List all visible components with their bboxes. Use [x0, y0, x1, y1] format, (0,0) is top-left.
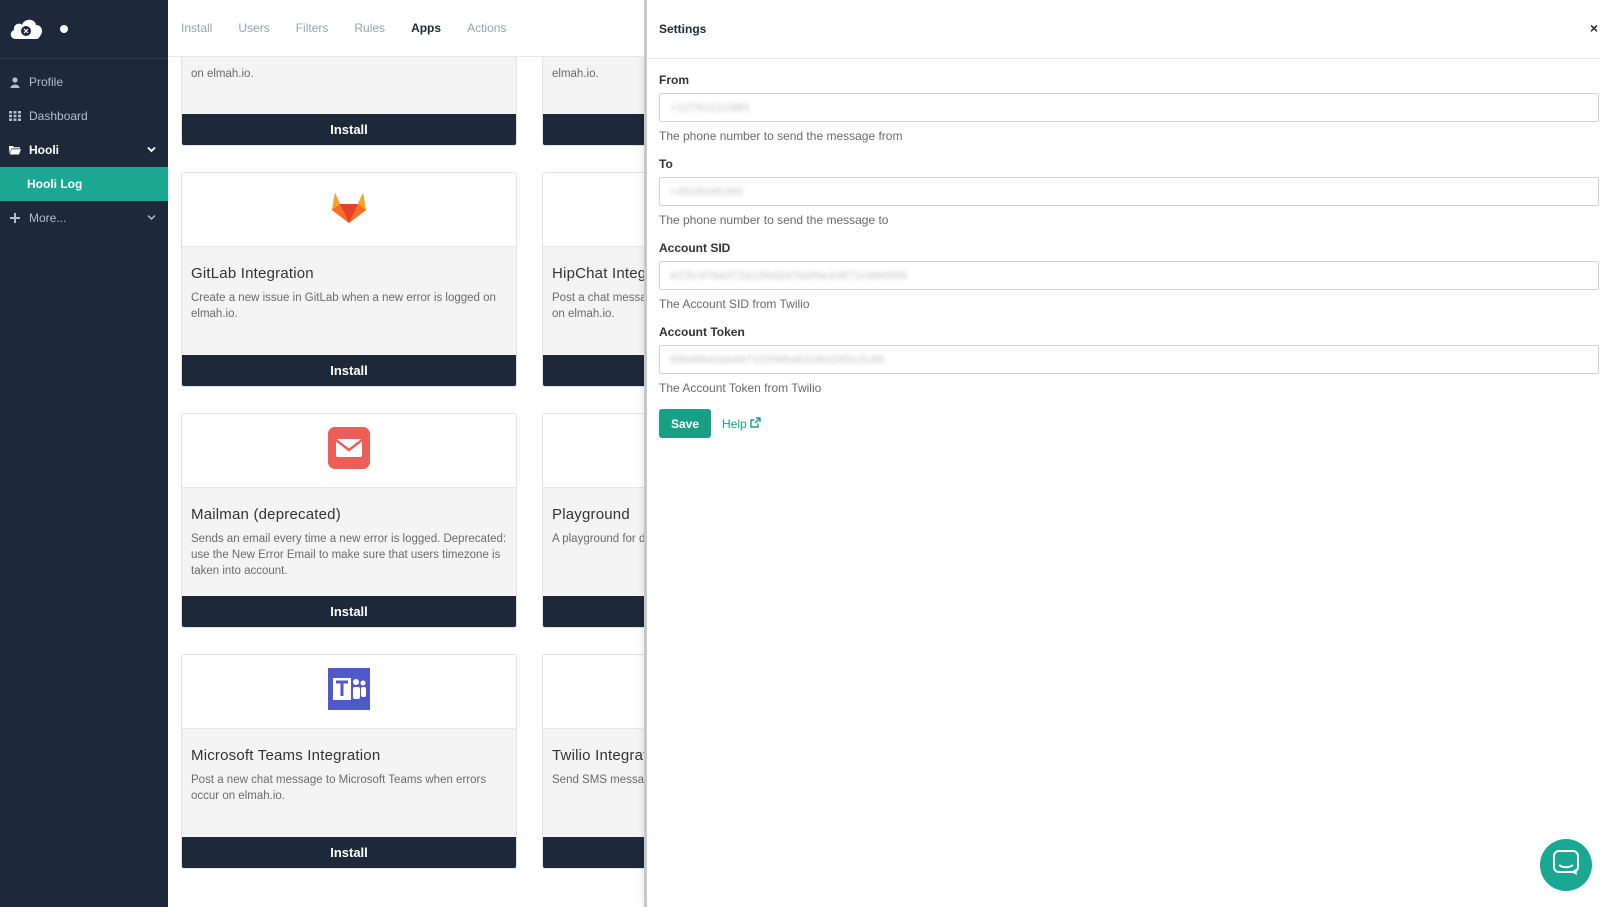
sidebar-item-hooli-log[interactable]: Hooli Log [0, 167, 168, 201]
install-button[interactable] [543, 114, 644, 145]
install-button[interactable]: Install [182, 114, 516, 145]
tab-install[interactable]: Install [181, 21, 212, 35]
chevron-down-icon [147, 213, 156, 224]
card-title: Microsoft Teams Integration [191, 747, 381, 764]
save-button[interactable]: Save [659, 409, 712, 438]
settings-header: Settings × [647, 0, 1600, 59]
tab-bar: Install Users Filters Rules Apps Actions [168, 0, 644, 57]
status-indicator [60, 25, 68, 33]
settings-panel: Settings × From +12762121885 The phone n… [644, 0, 1600, 907]
sidebar-item-dashboard[interactable]: Dashboard [0, 99, 168, 133]
external-link-icon [747, 416, 761, 431]
card-title: Twilio Integration [552, 747, 644, 764]
sidebar-item-label: Hooli Log [27, 177, 83, 191]
app-card-hipchat: HipChat Integration Post a chat message … [542, 172, 644, 387]
account-sid-label: Account SID [659, 241, 731, 255]
card-image [182, 173, 516, 247]
card-description: elmah.io. [552, 68, 599, 80]
help-link[interactable]: Help [722, 417, 761, 431]
install-button[interactable] [543, 837, 644, 868]
app-card-partial: on elmah.io. Install [181, 51, 517, 146]
card-title: HipChat Integration [552, 265, 644, 282]
app-card-mailman: Mailman (deprecated) Sends an email ever… [181, 413, 517, 628]
settings-title: Settings [659, 22, 707, 36]
card-image [182, 414, 516, 488]
sidebar-item-label: Hooli [29, 143, 59, 157]
sidebar-item-label: Profile [29, 75, 64, 89]
sidebar-header [0, 0, 168, 59]
chevron-down-icon [147, 145, 156, 156]
account-token-field[interactable]: 5904f6e0ae4971f2f4f6a8328429f3c5c85 [659, 345, 1599, 374]
sidebar: Profile Dashboard Hooli Hooli Log More..… [0, 0, 168, 907]
sidebar-item-hooli[interactable]: Hooli [0, 133, 168, 167]
card-description: Post a chat message to HipChat when a ne… [552, 292, 644, 320]
account-sid-field[interactable]: AC5c47be072a226d2d7bef6e43872c9b6999 [659, 261, 1599, 290]
app-card-partial: elmah.io. [542, 51, 644, 146]
teams-icon [328, 668, 370, 715]
to-help-text: The phone number to send the message to [659, 213, 889, 227]
sidebar-item-profile[interactable]: Profile [0, 65, 168, 99]
install-button[interactable]: Install [182, 837, 516, 868]
account-token-label: Account Token [659, 325, 745, 339]
card-description: Sends an email every time a new error is… [191, 533, 507, 577]
app-card-twilio: Twilio Integration Send SMS messages whe… [542, 654, 644, 869]
install-button[interactable] [543, 596, 644, 627]
chat-icon [1553, 849, 1579, 881]
card-description: Send SMS messages when errors are logged… [552, 774, 644, 786]
install-button[interactable]: Install [182, 355, 516, 386]
form-actions: Save Help [659, 409, 1600, 438]
sidebar-item-label: More... [29, 211, 67, 225]
install-button[interactable] [543, 355, 644, 386]
app-card-teams: Microsoft Teams Integration Post a new c… [181, 654, 517, 869]
close-icon[interactable]: × [1590, 20, 1598, 36]
card-title: Mailman (deprecated) [191, 506, 341, 523]
field-value: +4528345269 [670, 185, 744, 198]
card-description: Post a new chat message to Microsoft Tea… [191, 774, 487, 802]
from-label: From [659, 73, 689, 87]
gitlab-icon [331, 190, 367, 229]
grid-icon [9, 110, 21, 122]
card-title: GitLab Integration [191, 265, 314, 282]
chat-launcher-button[interactable] [1540, 839, 1592, 891]
card-description: on elmah.io. [191, 68, 254, 80]
tab-apps[interactable]: Apps [411, 21, 441, 35]
from-help-text: The phone number to send the message fro… [659, 129, 903, 143]
folder-icon [9, 144, 21, 156]
card-image [543, 414, 644, 488]
to-label: To [659, 157, 673, 171]
card-image [543, 655, 644, 729]
help-link-label: Help [722, 416, 747, 431]
app-card-playground: Playground A playground for demonstratin… [542, 413, 644, 628]
tab-rules[interactable]: Rules [354, 21, 385, 35]
field-value: AC5c47be072a226d2d7bef6e43872c9b6999 [670, 269, 907, 282]
apps-main: Install Users Filters Rules Apps Actions… [168, 0, 644, 907]
user-icon [9, 76, 21, 88]
card-image [182, 655, 516, 729]
mail-icon [328, 427, 370, 474]
tab-users[interactable]: Users [238, 21, 269, 35]
card-title: Playground [552, 506, 630, 523]
field-value: +12762121885 [670, 101, 750, 114]
sidebar-item-more[interactable]: More... [0, 201, 168, 235]
field-value: 5904f6e0ae4971f2f4f6a8328429f3c5c85 [670, 353, 886, 366]
from-field[interactable]: +12762121885 [659, 93, 1599, 122]
card-description: Create a new issue in GitLab when a new … [191, 292, 496, 320]
account-sid-help-text: The Account SID from Twilio [659, 297, 810, 311]
install-button[interactable]: Install [182, 596, 516, 627]
sidebar-item-label: Dashboard [29, 109, 88, 123]
card-image [543, 173, 644, 247]
app-card-gitlab: GitLab Integration Create a new issue in… [181, 172, 517, 387]
card-description: A playground for demonstrating the vario… [552, 533, 644, 545]
tab-actions[interactable]: Actions [467, 21, 506, 35]
account-token-help-text: The Account Token from Twilio [659, 381, 822, 395]
to-field[interactable]: +4528345269 [659, 177, 1599, 206]
settings-form: From +12762121885 The phone number to se… [647, 73, 1600, 438]
plus-icon [9, 212, 21, 224]
tab-filters[interactable]: Filters [296, 21, 329, 35]
elmah-logo-icon[interactable] [8, 15, 44, 43]
